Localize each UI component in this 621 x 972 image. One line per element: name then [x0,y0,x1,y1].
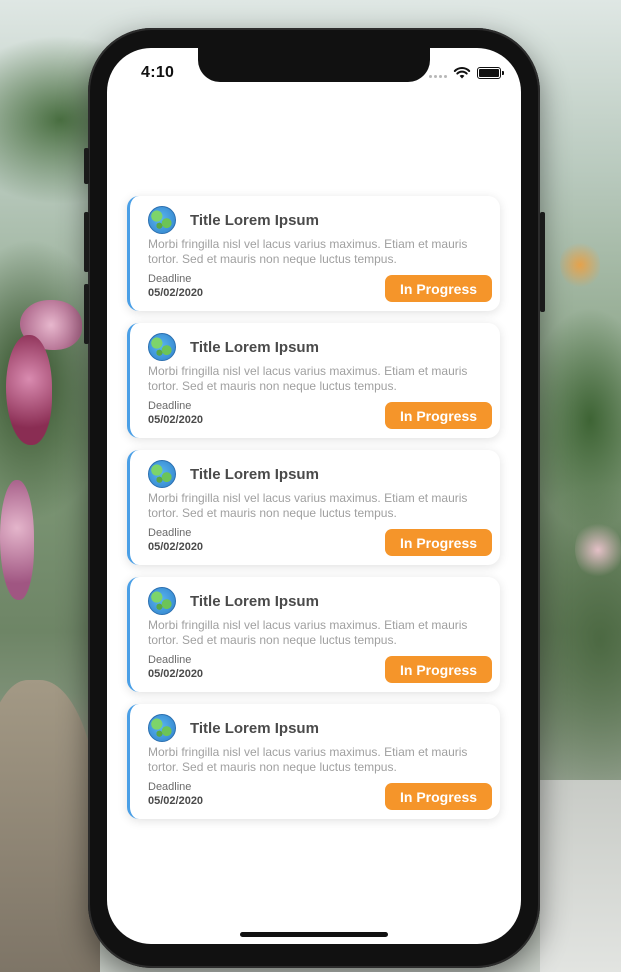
status-time: 4:10 [141,64,175,81]
status-button[interactable]: In Progress [385,783,492,810]
status-button[interactable]: In Progress [385,529,492,556]
mute-switch [84,148,89,184]
signal-icon [429,68,447,78]
task-card[interactable]: Title Lorem Ipsum Morbi fringilla nisl v… [127,577,500,692]
globe-icon [148,206,176,234]
task-description: Morbi fringilla nisl vel lacus varius ma… [148,237,468,266]
flower-blossom [560,240,600,290]
deadline-date: 05/02/2020 [148,287,204,299]
task-card[interactable]: Title Lorem Ipsum Morbi fringilla nisl v… [127,196,500,311]
deadline-date: 05/02/2020 [148,541,204,553]
rock [0,680,100,972]
status-button[interactable]: In Progress [385,275,492,302]
wifi-icon [453,67,471,79]
flower-blossom [0,480,34,600]
task-description: Morbi fringilla nisl vel lacus varius ma… [148,491,468,520]
status-button[interactable]: In Progress [385,656,492,683]
deadline-label: Deadline [148,654,192,666]
deadline-label: Deadline [148,400,192,412]
deadline-date: 05/02/2020 [148,668,204,680]
task-title: Title Lorem Ipsum [190,593,319,610]
task-card[interactable]: Title Lorem Ipsum Morbi fringilla nisl v… [127,450,500,565]
volume-up-button [84,212,89,272]
deadline-label: Deadline [148,273,192,285]
task-card[interactable]: Title Lorem Ipsum Morbi fringilla nisl v… [127,323,500,438]
task-list: Title Lorem Ipsum Morbi fringilla nisl v… [127,196,500,831]
task-description: Morbi fringilla nisl vel lacus varius ma… [148,618,468,647]
battery-icon [477,66,504,79]
deadline-date: 05/02/2020 [148,795,204,807]
power-button [540,212,545,312]
globe-icon [148,587,176,615]
globe-icon [148,460,176,488]
flower-blossom [575,520,621,580]
deadline-label: Deadline [148,527,192,539]
deadline-label: Deadline [148,781,192,793]
task-title: Title Lorem Ipsum [190,339,319,356]
task-title: Title Lorem Ipsum [190,466,319,483]
task-description: Morbi fringilla nisl vel lacus varius ma… [148,364,468,393]
notch [198,48,430,82]
task-description: Morbi fringilla nisl vel lacus varius ma… [148,745,468,774]
status-button[interactable]: In Progress [385,402,492,429]
volume-down-button [84,284,89,344]
task-title: Title Lorem Ipsum [190,720,319,737]
globe-icon [148,333,176,361]
garden-path [540,780,621,972]
status-icons [429,66,504,79]
flower-blossom [6,335,52,445]
phone-screen: 4:10 Title Lorem Ipsum Morbi fringilla n… [107,48,521,944]
globe-icon [148,714,176,742]
task-card[interactable]: Title Lorem Ipsum Morbi fringilla nisl v… [127,704,500,819]
home-indicator[interactable] [240,932,388,937]
task-title: Title Lorem Ipsum [190,212,319,229]
deadline-date: 05/02/2020 [148,414,204,426]
